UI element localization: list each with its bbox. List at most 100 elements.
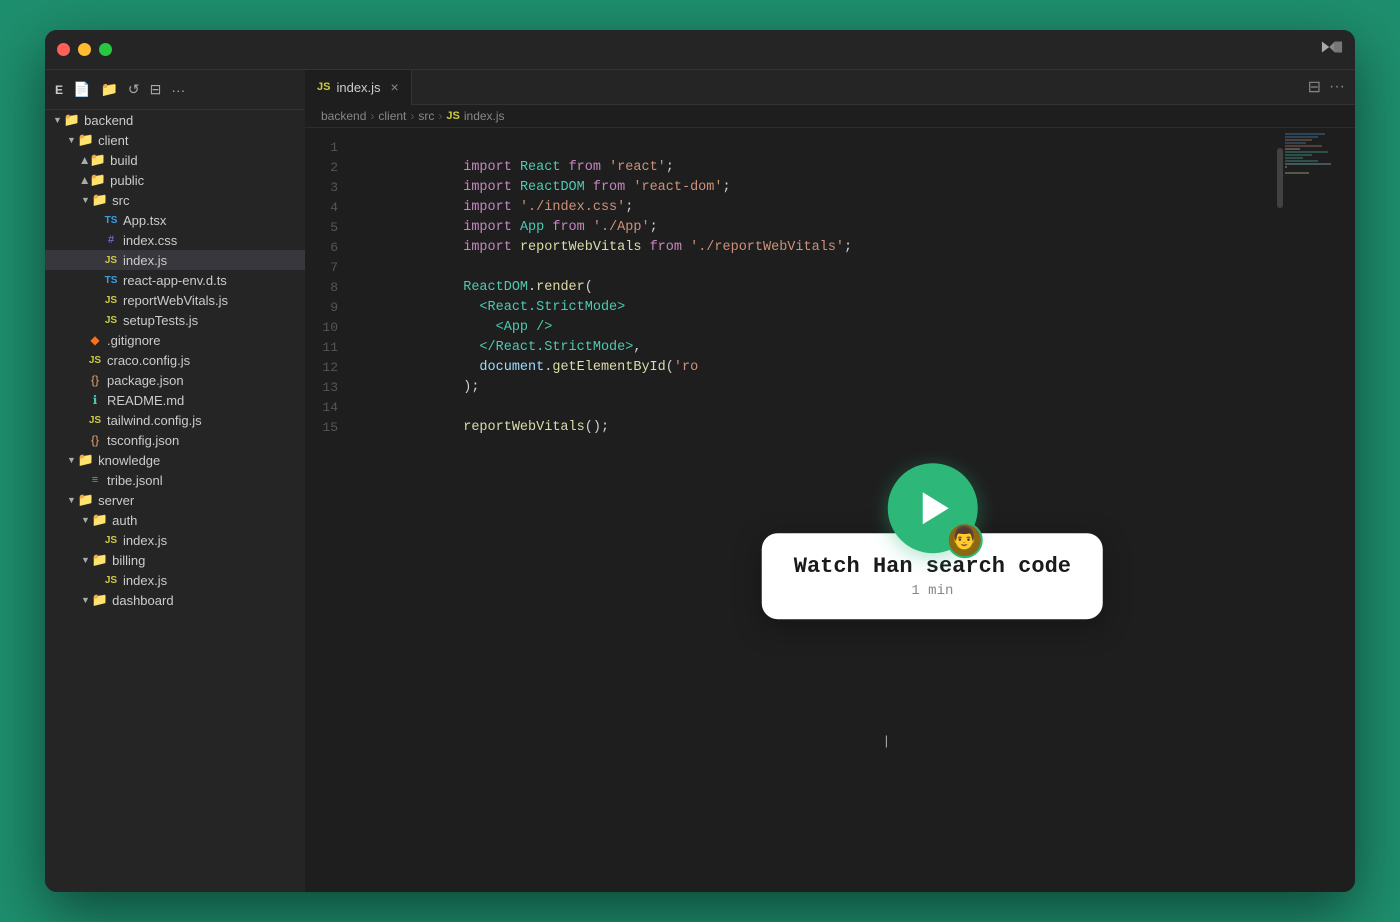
- folder-auth[interactable]: ▼ 📁 auth: [45, 510, 305, 530]
- avatar: 👨: [946, 522, 982, 558]
- folder-label: client: [98, 133, 128, 148]
- file-label: craco.config.js: [107, 353, 190, 368]
- chevron-icon: ▶: [79, 177, 90, 184]
- file-tailwind[interactable]: JS tailwind.config.js: [45, 410, 305, 430]
- file-app-tsx[interactable]: TS App.tsx: [45, 210, 305, 230]
- file-label: reportWebVitals.js: [123, 293, 228, 308]
- tab-js-icon: JS: [317, 81, 330, 93]
- watch-title: Watch Han search code: [794, 557, 1071, 577]
- file-package-json[interactable]: {} package.json: [45, 370, 305, 390]
- breadcrumb: backend › client › src › JS index.js: [305, 105, 1355, 128]
- code-line-1: import React from 'react';: [366, 138, 1271, 158]
- breadcrumb-src[interactable]: src: [418, 109, 434, 123]
- file-label: index.css: [123, 233, 177, 248]
- more-actions-icon[interactable]: ···: [1329, 78, 1345, 96]
- tab-close-button[interactable]: ×: [391, 79, 399, 95]
- folder-label: backend: [84, 113, 133, 128]
- git-icon: ◆: [87, 332, 103, 348]
- maximize-button[interactable]: [99, 43, 112, 56]
- breadcrumb-backend[interactable]: backend: [321, 109, 366, 123]
- chevron-icon: ▼: [81, 555, 90, 565]
- folder-knowledge[interactable]: ▼ 📁 knowledge: [45, 450, 305, 470]
- code-line-7: ReactDOM.render(: [366, 258, 1271, 278]
- play-triangle-icon: [922, 492, 948, 524]
- file-label: tailwind.config.js: [107, 413, 202, 428]
- new-file-icon[interactable]: 📄: [73, 81, 90, 98]
- folder-src[interactable]: ▼ 📁 src: [45, 190, 305, 210]
- chevron-icon: ▼: [67, 495, 76, 505]
- file-billing-index[interactable]: JS index.js: [45, 570, 305, 590]
- file-index-css[interactable]: # index.css: [45, 230, 305, 250]
- breadcrumb-file[interactable]: index.js: [464, 109, 505, 123]
- folder-public[interactable]: ▶ 📁 public: [45, 170, 305, 190]
- file-readme[interactable]: ℹ README.md: [45, 390, 305, 410]
- json-icon: {}: [87, 432, 103, 448]
- more-icon[interactable]: ···: [171, 82, 185, 98]
- folder-label: auth: [112, 513, 137, 528]
- main-layout: E 📄 📁 ↺ ⊟ ··· ▼ 📁 backend ▼ 📁: [45, 70, 1355, 892]
- js-icon: JS: [103, 292, 119, 308]
- folder-server[interactable]: ▼ 📁 server: [45, 490, 305, 510]
- tab-index-js[interactable]: JS index.js ×: [305, 70, 412, 105]
- title-bar: [45, 30, 1355, 70]
- file-label: package.json: [107, 373, 184, 388]
- ts-icon: TS: [103, 212, 119, 228]
- breadcrumb-file-icon: JS: [446, 110, 459, 122]
- chevron-icon: ▼: [81, 515, 90, 525]
- file-tribe[interactable]: ≡ tribe.jsonl: [45, 470, 305, 490]
- file-setup-tests[interactable]: JS setupTests.js: [45, 310, 305, 330]
- editor-tabs: JS index.js × ⊟ ···: [305, 70, 1355, 105]
- folder-client[interactable]: ▼ 📁 client: [45, 130, 305, 150]
- chevron-icon: ▼: [53, 115, 62, 125]
- js-icon: JS: [103, 572, 119, 588]
- file-label: .gitignore: [107, 333, 160, 348]
- tribe-icon: ≡: [87, 472, 103, 488]
- breadcrumb-sep: ›: [410, 109, 414, 123]
- file-report-web-vitals[interactable]: JS reportWebVitals.js: [45, 290, 305, 310]
- folder-dashboard[interactable]: ▼ 📁 dashboard: [45, 590, 305, 610]
- scrollbar[interactable]: [1271, 128, 1285, 892]
- scrollbar-thumb[interactable]: [1277, 148, 1283, 208]
- folder-label: src: [112, 193, 129, 208]
- file-react-app-env[interactable]: TS react-app-env.d.ts: [45, 270, 305, 290]
- folder-billing[interactable]: ▼ 📁 billing: [45, 550, 305, 570]
- breadcrumb-sep: ›: [438, 109, 442, 123]
- chevron-icon: ▼: [81, 595, 90, 605]
- folder-label: public: [110, 173, 144, 188]
- close-button[interactable]: [57, 43, 70, 56]
- file-gitignore[interactable]: ◆ .gitignore: [45, 330, 305, 350]
- file-label: index.js: [123, 533, 167, 548]
- chevron-icon: ▼: [67, 135, 76, 145]
- file-tsconfig[interactable]: {} tsconfig.json: [45, 430, 305, 450]
- file-label: index.js: [123, 573, 167, 588]
- folder-label: knowledge: [98, 453, 160, 468]
- ts-icon: TS: [103, 272, 119, 288]
- minimize-button[interactable]: [78, 43, 91, 56]
- new-folder-icon[interactable]: 📁: [100, 81, 117, 98]
- folder-build[interactable]: ▶ 📁 build: [45, 150, 305, 170]
- code-line-13: [366, 378, 1271, 398]
- folder-label: dashboard: [112, 593, 173, 608]
- folder-backend[interactable]: ▼ 📁 backend: [45, 110, 305, 130]
- play-button[interactable]: 👨: [887, 463, 977, 553]
- js-icon: JS: [103, 312, 119, 328]
- js-icon: JS: [87, 352, 103, 368]
- file-index-js[interactable]: JS index.js: [45, 250, 305, 270]
- file-auth-index[interactable]: JS index.js: [45, 530, 305, 550]
- split-editor-icon[interactable]: ⊟: [1308, 77, 1321, 97]
- explorer-icon[interactable]: E: [55, 83, 63, 97]
- app-logo: [1321, 36, 1343, 64]
- editor-area: JS index.js × ⊟ ··· backend › client › s…: [305, 70, 1355, 892]
- collapse-icon[interactable]: ⊟: [150, 81, 162, 98]
- watch-duration: 1 min: [794, 581, 1071, 601]
- line-numbers: 1 2 3 4 5 6 7 8 9 10 11 12 13 14 15: [305, 128, 350, 892]
- refresh-icon[interactable]: ↺: [128, 81, 140, 98]
- breadcrumb-sep: ›: [370, 109, 374, 123]
- js-icon: JS: [87, 412, 103, 428]
- breadcrumb-client[interactable]: client: [378, 109, 406, 123]
- tab-label: index.js: [336, 80, 380, 95]
- chevron-icon: ▼: [81, 195, 90, 205]
- file-label: index.js: [123, 253, 167, 268]
- tab-actions: ⊟ ···: [1308, 77, 1355, 97]
- file-craco[interactable]: JS craco.config.js: [45, 350, 305, 370]
